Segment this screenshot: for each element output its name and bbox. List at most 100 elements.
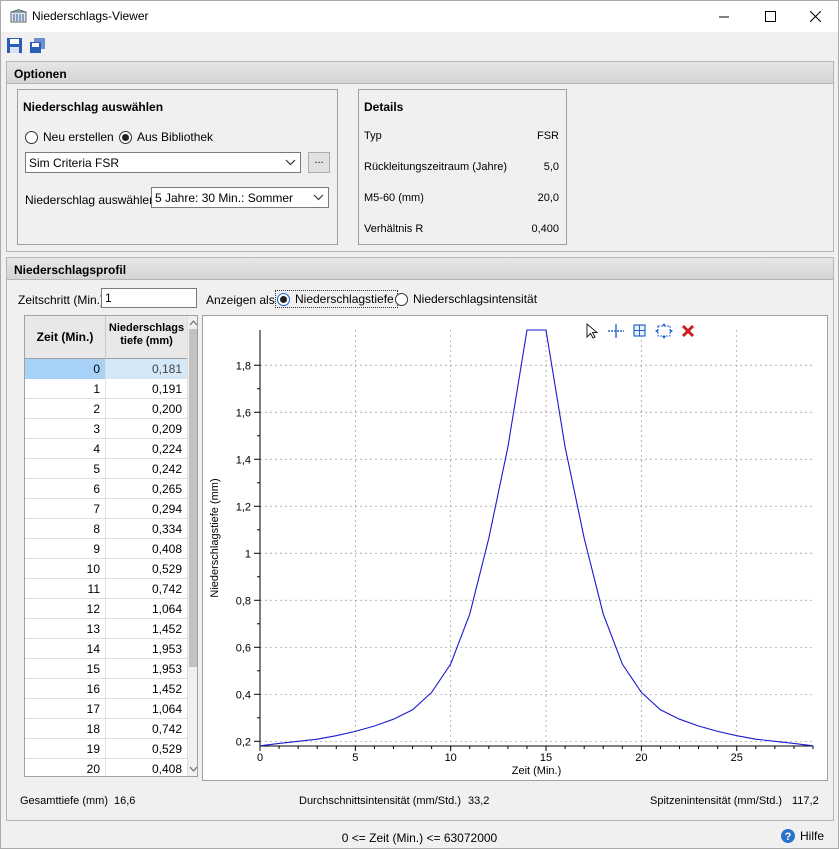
table-cell-depth[interactable]: 0,191 [106,379,187,399]
table-row[interactable]: 13 1,452 [25,619,187,639]
radio-new-label: Neu erstellen [43,130,114,144]
table-row[interactable]: 3 0,209 [25,419,187,439]
table-cell-time[interactable]: 4 [25,439,106,459]
table-row[interactable]: 7 0,294 [25,499,187,519]
save-all-icon[interactable] [29,37,46,54]
table-row[interactable]: 0 0,181 [25,359,187,379]
grid-scrollbar-thumb[interactable] [189,329,197,667]
table-cell-time[interactable]: 6 [25,479,106,499]
table-row[interactable]: 17 1,064 [25,699,187,719]
rainfall-select-value: 5 Jahre: 30 Min.: Sommer [155,191,294,205]
table-row[interactable]: 2 0,200 [25,399,187,419]
save-icon[interactable] [6,37,23,54]
radio-new[interactable]: Neu erstellen [25,130,114,144]
table-cell-time[interactable]: 19 [25,739,106,759]
table-cell-time[interactable]: 5 [25,459,106,479]
table-row[interactable]: 14 1,953 [25,639,187,659]
grid-scrollbar[interactable] [187,316,198,776]
browse-button[interactable]: ... [308,152,330,173]
table-cell-time[interactable]: 13 [25,619,106,639]
reset-icon[interactable] [680,323,696,339]
table-row[interactable]: 6 0,265 [25,479,187,499]
table-cell-time[interactable]: 10 [25,559,106,579]
table-cell-depth[interactable]: 0,224 [106,439,187,459]
table-cell-time[interactable]: 2 [25,399,106,419]
table-cell-time[interactable]: 3 [25,419,106,439]
radio-depth[interactable]: Niederschlagstiefe [275,290,398,308]
table-row[interactable]: 9 0,408 [25,539,187,559]
table-cell-time[interactable]: 1 [25,379,106,399]
table-cell-time[interactable]: 20 [25,759,106,776]
scroll-down-icon[interactable] [189,765,198,773]
zoom-box-icon[interactable] [632,323,648,339]
table-cell-depth[interactable]: 0,209 [106,419,187,439]
table-row[interactable]: 16 1,452 [25,679,187,699]
table-row[interactable]: 12 1,064 [25,599,187,619]
table-row[interactable]: 1 0,191 [25,379,187,399]
table-row[interactable]: 20 0,408 [25,759,187,776]
table-cell-depth[interactable]: 0,181 [106,359,187,379]
details-value-m5-60: 20,0 [537,192,559,204]
data-grid[interactable]: Zeit (Min.) Niederschlags tiefe (mm) 0 0,… [24,315,198,777]
table-cell-depth[interactable]: 1,064 [106,699,187,719]
x-axis-label: Zeit (Min.) [512,765,562,777]
rainfall-select[interactable]: 5 Jahre: 30 Min.: Sommer [151,187,329,208]
table-cell-time[interactable]: 15 [25,659,106,679]
details-label-type: Typ [364,130,382,142]
table-cell-depth[interactable]: 0,529 [106,739,187,759]
scroll-up-icon[interactable] [189,319,198,327]
table-row[interactable]: 18 0,742 [25,719,187,739]
table-cell-time[interactable]: 7 [25,499,106,519]
crosshair-icon[interactable] [607,323,625,339]
table-cell-depth[interactable]: 1,953 [106,639,187,659]
table-row[interactable]: 19 0,529 [25,739,187,759]
library-select[interactable]: Sim Criteria FSR [25,152,301,173]
grid-header-depth[interactable]: Niederschlags tiefe (mm) [106,316,187,359]
peak-intensity-label: Spitzenintensität (mm/Std.) [650,795,783,807]
table-cell-time[interactable]: 0 [25,359,106,379]
table-cell-time[interactable]: 18 [25,719,106,739]
table-cell-time[interactable]: 8 [25,519,106,539]
table-row[interactable]: 5 0,242 [25,459,187,479]
pointer-icon[interactable] [584,323,600,339]
maximize-button[interactable] [747,1,793,32]
table-cell-depth[interactable]: 0,200 [106,399,187,419]
timestep-input[interactable]: 1 [101,288,197,308]
table-cell-depth[interactable]: 0,408 [106,759,187,776]
table-cell-depth[interactable]: 1,953 [106,659,187,679]
table-row[interactable]: 15 1,953 [25,659,187,679]
table-cell-depth[interactable]: 0,265 [106,479,187,499]
radio-library[interactable]: Aus Bibliothek [119,130,213,144]
table-cell-time[interactable]: 12 [25,599,106,619]
series-line[interactable] [259,329,814,747]
help-button[interactable]: ? Hilfe [780,828,824,844]
close-button[interactable] [792,1,838,32]
table-row[interactable]: 4 0,224 [25,439,187,459]
table-row[interactable]: 11 0,742 [25,579,187,599]
rainfall-chart[interactable]: 0,2 0,4 0,6 0,8 1 1,2 1,4 1,6 1,8 0 5 10 15 20 25 Zeit … [203,316,827,780]
table-cell-depth[interactable]: 0,408 [106,539,187,559]
toolbar [1,32,838,58]
table-cell-time[interactable]: 14 [25,639,106,659]
table-cell-depth[interactable]: 0,742 [106,719,187,739]
table-cell-depth[interactable]: 0,334 [106,519,187,539]
table-cell-depth[interactable]: 1,452 [106,619,187,639]
table-cell-depth[interactable]: 0,294 [106,499,187,519]
table-row[interactable]: 10 0,529 [25,559,187,579]
table-cell-time[interactable]: 11 [25,579,106,599]
grid-header-time[interactable]: Zeit (Min.) [25,316,106,359]
pan-icon[interactable] [655,323,673,339]
table-cell-time[interactable]: 16 [25,679,106,699]
minimize-button[interactable] [701,1,747,32]
chart-panel: 0,2 0,4 0,6 0,8 1 1,2 1,4 1,6 1,8 0 5 10 15 20 25 Zeit … [202,315,828,781]
details-value-type: FSR [537,130,559,142]
table-cell-depth[interactable]: 0,242 [106,459,187,479]
table-cell-depth[interactable]: 1,452 [106,679,187,699]
table-cell-time[interactable]: 17 [25,699,106,719]
table-cell-depth[interactable]: 0,529 [106,559,187,579]
radio-intensity[interactable]: Niederschlagsintensität [395,292,537,306]
table-cell-depth[interactable]: 0,742 [106,579,187,599]
table-row[interactable]: 8 0,334 [25,519,187,539]
table-cell-depth[interactable]: 1,064 [106,599,187,619]
table-cell-time[interactable]: 9 [25,539,106,559]
